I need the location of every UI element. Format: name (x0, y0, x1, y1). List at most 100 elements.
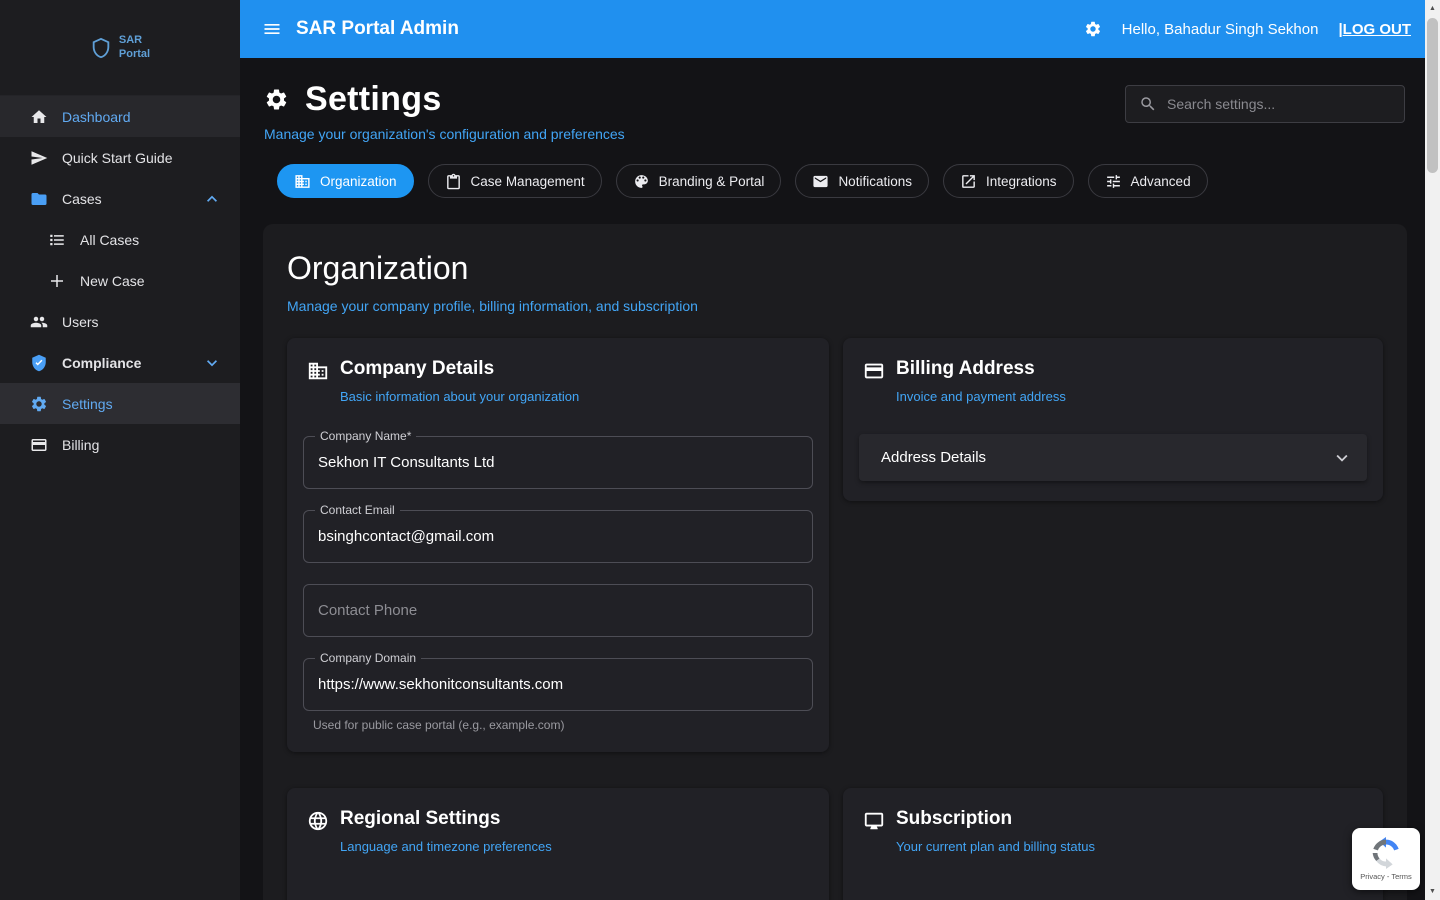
card-header-text: Subscription Your current plan and billi… (896, 808, 1095, 854)
card-subtitle: Language and timezone preferences (340, 839, 552, 854)
sidebar-item-cases[interactable]: Cases (0, 178, 240, 219)
sidebar-item-label: Users (62, 314, 99, 330)
sidebar-item-label: Cases (62, 191, 102, 207)
company-domain-helper: Used for public case portal (e.g., examp… (313, 718, 813, 732)
recaptcha-icon (1370, 837, 1402, 869)
user-greeting: Hello, Bahadur Singh Sekhon (1122, 21, 1319, 38)
card-header: Billing Address Invoice and payment addr… (859, 358, 1367, 404)
main-content: Settings Manage your organization's conf… (240, 58, 1425, 900)
card-header-text: Regional Settings Language and timezone … (340, 808, 552, 854)
card-header: Company Details Basic information about … (303, 358, 813, 404)
card-subtitle: Basic information about your organizatio… (340, 389, 579, 404)
sidebar-item-quick-start-guide[interactable]: Quick Start Guide (0, 137, 240, 178)
gear-icon (264, 87, 289, 112)
logout-wrap: | LOG OUT (1338, 21, 1411, 38)
billing-address-card: Billing Address Invoice and payment addr… (843, 338, 1383, 501)
settings-tabs: Organization Case Management Branding & … (277, 164, 1425, 198)
scrollbar-down-arrow[interactable]: ▼ (1425, 884, 1440, 899)
tune-icon (1105, 173, 1122, 190)
app-logo[interactable]: SAR Portal (0, 0, 240, 96)
sidebar-item-label: Compliance (62, 355, 141, 371)
organization-grid: Company Details Basic information about … (287, 338, 1383, 900)
sidebar-item-label: Quick Start Guide (62, 150, 173, 166)
sidebar-item-new-case[interactable]: New Case (0, 260, 240, 301)
tab-notifications[interactable]: Notifications (795, 164, 929, 198)
contact-email-field[interactable] (304, 511, 812, 562)
tab-label: Advanced (1131, 174, 1191, 189)
tab-label: Notifications (838, 174, 912, 189)
logout-link[interactable]: LOG OUT (1343, 21, 1411, 38)
home-icon (30, 108, 48, 126)
company-domain-group: Company Domain Used for public case port… (303, 658, 813, 732)
regional-settings-card: Regional Settings Language and timezone … (287, 788, 829, 900)
organization-panel: Organization Manage your company profile… (263, 224, 1407, 900)
subscription-card: Subscription Your current plan and billi… (843, 788, 1383, 900)
logo-shield-icon (90, 37, 112, 59)
chevron-down-icon (1331, 447, 1353, 469)
scrollbar-thumb[interactable] (1427, 18, 1438, 173)
plus-icon (48, 272, 66, 290)
search-icon (1139, 95, 1157, 113)
sidebar-item-all-cases[interactable]: All Cases (0, 219, 240, 260)
sidebar-item-compliance[interactable]: Compliance (0, 342, 240, 383)
tab-integrations[interactable]: Integrations (943, 164, 1074, 198)
palette-icon (633, 173, 650, 190)
tab-branding-portal[interactable]: Branding & Portal (616, 164, 782, 198)
company-domain-label: Company Domain (315, 651, 421, 665)
sidebar-item-label: Billing (62, 437, 99, 453)
card-header: Subscription Your current plan and billi… (859, 808, 1367, 854)
menu-icon[interactable] (262, 19, 282, 39)
sidebar-item-users[interactable]: Users (0, 301, 240, 342)
gear-icon[interactable] (1084, 20, 1102, 38)
sidebar-item-label: Settings (62, 396, 113, 412)
sidebar-item-settings[interactable]: Settings (0, 383, 240, 424)
recaptcha-terms-label: Privacy - Terms (1360, 872, 1412, 881)
company-domain-field[interactable] (304, 659, 812, 710)
building-icon (307, 360, 329, 382)
gear-icon (30, 395, 48, 413)
settings-search (1125, 85, 1405, 123)
search-input[interactable] (1167, 96, 1392, 112)
tab-organization[interactable]: Organization (277, 164, 414, 198)
section-subtitle: Manage your company profile, billing inf… (287, 298, 1383, 314)
company-name-label: Company Name* (315, 429, 416, 443)
accordion-label: Address Details (881, 449, 1331, 466)
tab-label: Branding & Portal (659, 174, 765, 189)
card-header-text: Billing Address Invoice and payment addr… (896, 358, 1066, 404)
address-details-accordion[interactable]: Address Details (859, 434, 1367, 481)
contact-phone-field[interactable] (304, 585, 812, 636)
logo-text: SAR Portal (119, 34, 150, 60)
recaptcha-badge[interactable]: Privacy - Terms (1352, 828, 1420, 890)
sidebar: SAR Portal Dashboard Quick Start Guide C… (0, 0, 240, 900)
list-icon (48, 231, 66, 249)
page-subtitle: Manage your organization's configuration… (264, 126, 1425, 142)
company-details-card: Company Details Basic information about … (287, 338, 829, 752)
shield-check-icon (30, 354, 48, 372)
tab-label: Case Management (471, 174, 585, 189)
credit-card-icon (30, 436, 48, 454)
company-details-fields: Company Name* Contact Email (303, 436, 813, 732)
credit-card-icon (863, 360, 885, 382)
tab-case-management[interactable]: Case Management (428, 164, 602, 198)
contact-email-field-wrap: Contact Email (303, 510, 813, 563)
export-icon (960, 173, 977, 190)
rocket-icon (30, 149, 48, 167)
card-header: Regional Settings Language and timezone … (303, 808, 813, 854)
topbar-right: Hello, Bahadur Singh Sekhon | LOG OUT (1084, 20, 1411, 38)
app-root: SAR Portal Dashboard Quick Start Guide C… (0, 0, 1440, 900)
sidebar-item-billing[interactable]: Billing (0, 424, 240, 465)
card-title: Regional Settings (340, 808, 552, 830)
card-title: Subscription (896, 808, 1095, 830)
topbar: SAR Portal Admin Hello, Bahadur Singh Se… (240, 0, 1425, 58)
vertical-scrollbar[interactable]: ▲ ▼ (1425, 0, 1440, 900)
tab-advanced[interactable]: Advanced (1088, 164, 1208, 198)
scrollbar-up-arrow[interactable]: ▲ (1425, 1, 1440, 16)
sidebar-item-dashboard[interactable]: Dashboard (0, 96, 240, 137)
clipboard-icon (445, 173, 462, 190)
card-subtitle: Your current plan and billing status (896, 839, 1095, 854)
card-title: Billing Address (896, 358, 1066, 380)
page-title: Settings (305, 80, 442, 119)
app-title: SAR Portal Admin (296, 18, 459, 40)
chevron-up-icon (202, 189, 222, 209)
company-name-field[interactable] (304, 437, 812, 488)
